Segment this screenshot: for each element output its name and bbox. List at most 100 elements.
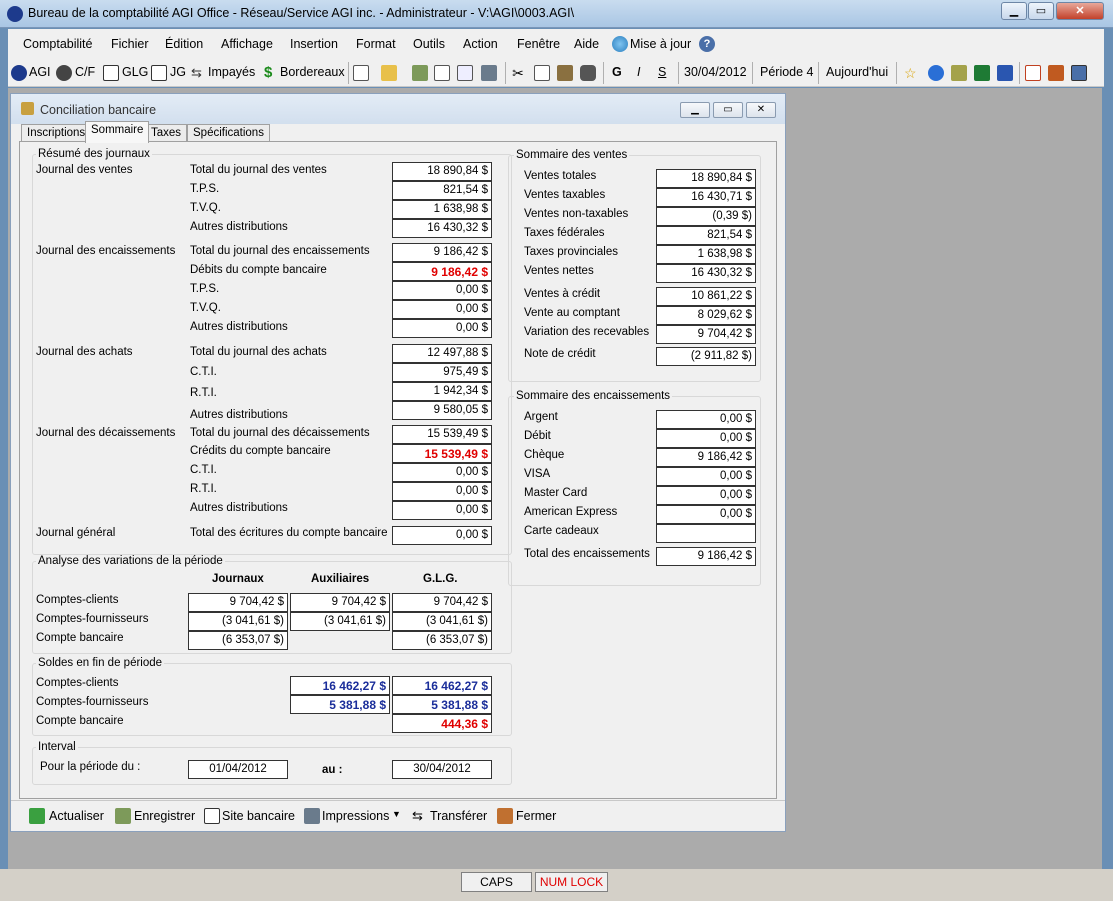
value-field[interactable]: 1 638,98 $	[656, 245, 756, 264]
menu-mise-a-jour[interactable]: Mise à jour	[630, 37, 691, 51]
bold-button[interactable]: G	[612, 65, 622, 79]
cut-icon[interactable]: ✂	[510, 65, 526, 81]
tab-specifications[interactable]: Spécifications	[187, 124, 270, 142]
copy-icon[interactable]	[534, 65, 550, 81]
date-to-field[interactable]: 30/04/2012	[392, 760, 492, 779]
window-icon[interactable]	[1071, 65, 1087, 81]
value-field[interactable]: 0,00 $	[392, 463, 492, 482]
value-field[interactable]: 9 704,42 $	[656, 325, 756, 344]
value-field[interactable]: (3 041,61 $)	[188, 612, 288, 631]
print-preview-icon[interactable]	[457, 65, 473, 81]
value-field[interactable]: 18 890,84 $	[656, 169, 756, 188]
value-field[interactable]: 975,49 $	[392, 363, 492, 382]
close-button[interactable]: ✕	[1056, 2, 1104, 20]
value-field[interactable]: 18 890,84 $	[392, 162, 492, 181]
value-field[interactable]: (0,39 $)	[656, 207, 756, 226]
page-icon[interactable]	[434, 65, 450, 81]
value-field[interactable]: 15 539,49 $	[392, 425, 492, 444]
value-field[interactable]: (6 353,07 $)	[188, 631, 288, 650]
italic-button[interactable]: I	[637, 65, 640, 79]
stats-icon[interactable]	[1048, 65, 1064, 81]
menu-action[interactable]: Action	[463, 37, 498, 51]
periode-field[interactable]: Période 4	[760, 65, 814, 79]
value-field[interactable]: (3 041,61 $)	[290, 612, 390, 631]
value-field[interactable]: 0,00 $	[656, 486, 756, 505]
menu-edition[interactable]: Édition	[165, 37, 203, 51]
value-field[interactable]: 16 430,32 $	[392, 219, 492, 238]
window-minimize-button[interactable]: ▁	[680, 102, 710, 118]
tab-inscriptions[interactable]: Inscriptions	[21, 124, 92, 142]
glg-button[interactable]: GLG	[122, 65, 148, 79]
cf-button[interactable]: C/F	[75, 65, 95, 79]
value-field[interactable]: 0,00 $	[392, 319, 492, 338]
tab-sommaire[interactable]: Sommaire	[85, 121, 150, 143]
calculator-icon[interactable]	[951, 65, 967, 81]
value-field[interactable]: 5 381,88 $	[290, 695, 390, 714]
globe-icon[interactable]	[612, 36, 628, 52]
value-field[interactable]: 0,00 $	[392, 300, 492, 319]
find-icon[interactable]	[580, 65, 596, 81]
transferer-button[interactable]: Transférer	[430, 809, 487, 823]
underline-button[interactable]: S	[658, 65, 666, 79]
value-field[interactable]: (3 041,61 $)	[392, 612, 492, 631]
tab-taxes[interactable]: Taxes	[145, 124, 188, 142]
value-field[interactable]: 9 186,42 $	[656, 547, 756, 566]
menu-fichier[interactable]: Fichier	[111, 37, 149, 51]
value-field[interactable]: 821,54 $	[392, 181, 492, 200]
value-field[interactable]: 0,00 $	[656, 505, 756, 524]
value-field[interactable]: 16 462,27 $	[392, 676, 492, 695]
value-field[interactable]: 16 430,71 $	[656, 188, 756, 207]
minimize-button[interactable]: ▁	[1001, 2, 1027, 20]
value-field[interactable]: 9 704,42 $	[290, 593, 390, 612]
value-field[interactable]: 10 861,22 $	[656, 287, 756, 306]
value-field[interactable]: 12 497,88 $	[392, 344, 492, 363]
excel-icon[interactable]	[974, 65, 990, 81]
new-document-icon[interactable]	[353, 65, 369, 81]
value-field[interactable]: 1 942,34 $	[392, 382, 492, 401]
value-field[interactable]: 821,54 $	[656, 226, 756, 245]
help-icon[interactable]: ?	[699, 36, 715, 52]
enregistrer-button[interactable]: Enregistrer	[134, 809, 195, 823]
jg-button[interactable]: JG	[170, 65, 186, 79]
paste-icon[interactable]	[557, 65, 573, 81]
actualiser-button[interactable]: Actualiser	[49, 809, 104, 823]
value-field[interactable]: 0,00 $	[656, 429, 756, 448]
menu-fenetre[interactable]: Fenêtre	[517, 37, 560, 51]
value-field[interactable]: (2 911,82 $)	[656, 347, 756, 366]
value-field[interactable]: 0,00 $	[392, 482, 492, 501]
menu-format[interactable]: Format	[356, 37, 396, 51]
save-icon[interactable]	[412, 65, 428, 81]
menu-comptabilite[interactable]: Comptabilité	[23, 37, 92, 51]
value-field[interactable]: 9 186,42 $	[656, 448, 756, 467]
value-field[interactable]: 9 580,05 $	[392, 401, 492, 420]
value-field[interactable]: 16 430,32 $	[656, 264, 756, 283]
value-field[interactable]: (6 353,07 $)	[392, 631, 492, 650]
credits-bancaire-value[interactable]: 15 539,49 $	[392, 444, 492, 463]
value-field[interactable]: 9 704,42 $	[188, 593, 288, 612]
value-field[interactable]: 9 704,42 $	[392, 593, 492, 612]
date-field[interactable]: 30/04/2012	[684, 65, 747, 79]
window-maximize-button[interactable]: ▭	[713, 102, 743, 118]
today-button[interactable]: Aujourd'hui	[826, 65, 888, 79]
menu-outils[interactable]: Outils	[413, 37, 445, 51]
value-field[interactable]: 0,00 $	[656, 410, 756, 429]
printer-icon[interactable]	[481, 65, 497, 81]
browser-icon[interactable]	[928, 65, 944, 81]
value-field[interactable]: 444,36 $	[392, 714, 492, 733]
menu-insertion[interactable]: Insertion	[290, 37, 338, 51]
impayes-button[interactable]: Impayés	[208, 65, 255, 79]
calendar-icon[interactable]	[1025, 65, 1041, 81]
chevron-down-icon[interactable]: ▼	[392, 809, 408, 825]
debits-bancaire-value[interactable]: 9 186,42 $	[392, 262, 492, 281]
value-field[interactable]: 0,00 $	[392, 281, 492, 300]
agi-button[interactable]: AGI	[29, 65, 51, 79]
value-field[interactable]: 0,00 $	[392, 526, 492, 545]
fermer-button[interactable]: Fermer	[516, 809, 556, 823]
site-bancaire-button[interactable]: Site bancaire	[222, 809, 295, 823]
value-field[interactable]: 9 186,42 $	[392, 243, 492, 262]
bordereaux-button[interactable]: Bordereaux	[280, 65, 345, 79]
word-icon[interactable]	[997, 65, 1013, 81]
menu-aide[interactable]: Aide	[574, 37, 599, 51]
value-field[interactable]: 8 029,62 $	[656, 306, 756, 325]
menu-affichage[interactable]: Affichage	[221, 37, 273, 51]
